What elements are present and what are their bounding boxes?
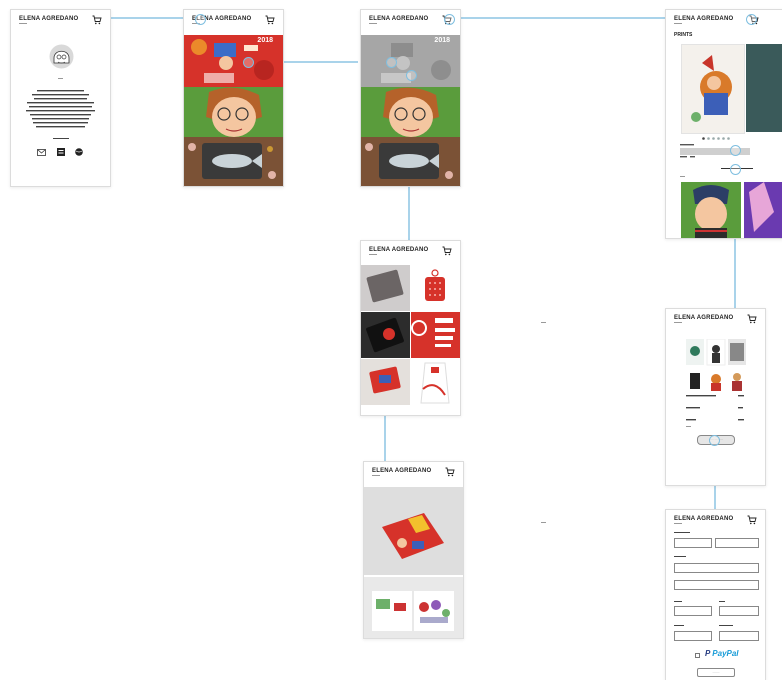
header: ELENA AGREDANO — [361, 241, 460, 263]
brand-underline — [674, 322, 682, 323]
address-line2-field[interactable] — [674, 580, 759, 590]
paypal-wordmark: PayPal — [712, 649, 739, 658]
grid-item-poster[interactable] — [411, 312, 460, 358]
brand-logo[interactable]: ELENA AGREDANO — [369, 16, 428, 22]
submit-order-button[interactable]: ······· — [697, 668, 735, 677]
cart-icon[interactable] — [265, 15, 275, 25]
field-label — [674, 601, 682, 603]
hotspot — [730, 145, 741, 156]
hotspot — [406, 70, 417, 81]
brand-logo[interactable]: ELENA AGREDANO — [674, 315, 733, 321]
grid-item-dark-tray[interactable] — [361, 312, 410, 358]
print-carousel[interactable] — [681, 44, 745, 134]
hotspot — [195, 14, 206, 25]
fish-illustration[interactable] — [361, 137, 460, 186]
section-title: PRINTS — [674, 32, 693, 38]
canvas-mark — [541, 322, 546, 323]
related-print-2[interactable] — [744, 182, 782, 238]
hotspot — [386, 57, 397, 68]
carousel-dots[interactable] — [702, 137, 732, 140]
grid-item-apron[interactable] — [411, 359, 460, 405]
screen-checkout: ELENA AGREDANO P PayPal ······· — [665, 509, 766, 680]
hotspot — [746, 14, 757, 25]
brand-underline — [19, 23, 27, 24]
cart-icon[interactable] — [747, 515, 757, 525]
hero-year: 2018 — [434, 37, 450, 44]
cart-thumbnails — [686, 339, 746, 395]
project-spread-image[interactable] — [364, 577, 463, 638]
brand-logo[interactable]: ELENA AGREDANO — [19, 16, 78, 22]
canvas-mark — [541, 522, 546, 523]
phone-field[interactable] — [719, 631, 759, 641]
field-label — [674, 532, 690, 534]
cart-icon[interactable] — [445, 467, 455, 477]
field-label — [719, 625, 733, 627]
brand-logo[interactable]: ELENA AGREDANO — [674, 516, 733, 522]
brand-logo[interactable]: ELENA AGREDANO — [674, 16, 733, 22]
hero-illustration[interactable]: 2018 — [184, 35, 283, 87]
dribbble-icon[interactable] — [75, 148, 83, 156]
brand-underline — [369, 23, 377, 24]
bio-text — [23, 90, 98, 130]
grid-item-red-tray[interactable] — [361, 359, 410, 405]
screen-about: ELENA AGREDANO — [10, 9, 111, 187]
field-label — [674, 625, 684, 627]
divider — [680, 176, 685, 177]
brand-logo[interactable]: ELENA AGREDANO — [369, 247, 428, 253]
last-name-field[interactable] — [715, 538, 759, 548]
avatar — [49, 44, 74, 69]
cart-icon[interactable] — [92, 15, 102, 25]
country-field[interactable] — [674, 631, 712, 641]
portrait-illustration[interactable] — [184, 87, 283, 137]
city-field[interactable] — [674, 606, 712, 616]
screen-home-overlay: ELENA AGREDANO 2018 — [360, 9, 461, 187]
cart-icon[interactable] — [747, 314, 757, 324]
screen-cart: ELENA AGREDANO ····· ··· ····· — [665, 308, 766, 486]
paypal-logo: P PayPal — [705, 649, 739, 658]
header: ELENA AGREDANO — [666, 309, 765, 331]
hotspot — [730, 164, 741, 175]
screen-project: ELENA AGREDANO — [363, 461, 464, 639]
hero-year: 2018 — [257, 37, 273, 44]
behance-icon[interactable] — [57, 148, 65, 156]
brand-logo[interactable]: ELENA AGREDANO — [372, 468, 431, 474]
mail-icon[interactable] — [37, 149, 46, 156]
paypal-checkbox[interactable] — [695, 653, 700, 658]
hotspot — [709, 435, 720, 446]
carousel-next-image[interactable] — [746, 44, 782, 132]
project-cover-image[interactable] — [364, 487, 463, 575]
hotspot — [243, 57, 254, 68]
divider — [686, 426, 691, 427]
brand-underline — [674, 523, 682, 524]
portrait-illustration[interactable] — [361, 87, 460, 137]
brand-underline — [369, 254, 377, 255]
contact-label — [53, 138, 69, 140]
brand-underline — [674, 23, 682, 24]
address-field[interactable] — [674, 563, 759, 573]
first-name-field[interactable] — [674, 538, 712, 548]
cart-icon[interactable] — [442, 246, 452, 256]
field-label — [674, 556, 686, 558]
related-print-1[interactable] — [681, 182, 741, 238]
header: ELENA AGREDANO — [364, 462, 463, 484]
screen-design-grid: ELENA AGREDANO — [360, 240, 461, 416]
fish-illustration[interactable] — [184, 137, 283, 186]
header: ELENA AGREDANO — [666, 510, 765, 532]
screen-home: ELENA AGREDANO 2018 — [183, 9, 284, 187]
field-label — [719, 601, 725, 603]
header: ELENA AGREDANO — [11, 10, 110, 32]
header: ELENA AGREDANO — [666, 10, 782, 32]
screen-prints: ELENA AGREDANO PRINTS — [665, 9, 782, 239]
divider — [58, 78, 63, 79]
hotspot — [444, 14, 455, 25]
zip-field[interactable] — [719, 606, 759, 616]
brand-underline — [372, 475, 380, 476]
grid-item-potholder[interactable] — [411, 265, 460, 311]
cart-summary — [686, 395, 746, 425]
paypal-p-icon: P — [705, 649, 711, 658]
grid-item-tray[interactable] — [361, 265, 410, 311]
